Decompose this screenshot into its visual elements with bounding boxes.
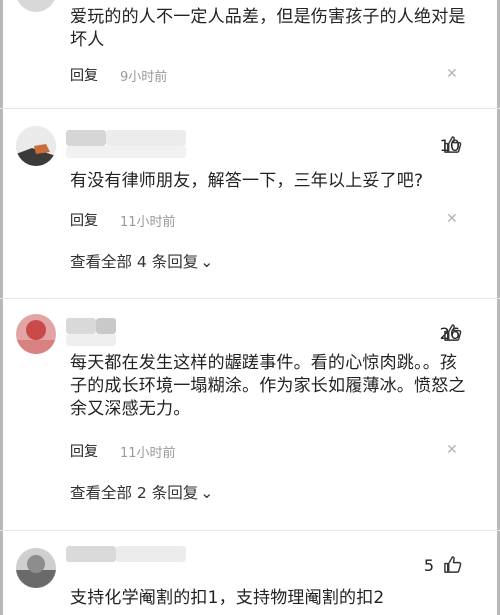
chevron-down-icon: ⌄ [200, 253, 214, 271]
reply-button[interactable]: 回复 [70, 441, 98, 461]
view-all-replies-link[interactable]: 查看全部 2 条回复 ⌄ [70, 481, 213, 503]
divider [0, 530, 500, 531]
username-redacted [66, 334, 116, 346]
username-redacted [66, 130, 106, 146]
comment-text-line: 子的成长环境一塌糊涂。作为家长如履薄冰。愤怒之 [70, 376, 466, 396]
divider [0, 298, 500, 299]
thumb-up-icon[interactable] [440, 555, 462, 575]
comment-text-line: 支持化学阉割的扣1，支持物理阉割的扣2 [70, 588, 385, 608]
comment-text: 每天都在发生这样的龌蹉事件。看的心惊肉跳。。孩 子的成长环境一塌糊涂。作为家长如… [70, 352, 466, 421]
reply-button[interactable]: 回复 [70, 210, 98, 230]
avatar[interactable] [16, 548, 56, 588]
view-all-replies-label: 查看全部 4 条回复 [70, 253, 199, 271]
divider [0, 108, 500, 109]
avatar-image [16, 314, 56, 354]
avatar-image [16, 548, 56, 588]
thumb-up-icon[interactable] [440, 135, 462, 155]
comment-text-line: 爱玩的的人不一定人品差，但是伤害孩子的人绝对是 [70, 7, 466, 27]
avatar[interactable] [16, 126, 56, 166]
comment-text-line: 每天都在发生这样的龌蹉事件。看的心惊肉跳。。孩 [70, 353, 458, 373]
comment-text-line: 有没有律师朋友，解答一下，三年以上妥了吧? [70, 171, 424, 191]
username-redacted [106, 130, 186, 146]
view-all-replies-label: 查看全部 2 条回复 [70, 484, 199, 502]
username-redacted [66, 146, 186, 158]
username-redacted [96, 318, 116, 334]
close-icon[interactable]: ✕ [446, 66, 458, 82]
close-icon[interactable]: ✕ [446, 442, 458, 458]
comment-item: 26 每天都在发生这样的龌蹉事件。看的心惊肉跳。。孩 子的成长环境一塌糊涂。作为… [0, 300, 500, 520]
comment-item: 爱玩的的人不一定人品差，但是伤害孩子的人绝对是 坏人 回复 9小时前 ✕ [0, 0, 500, 100]
chevron-down-icon: ⌄ [200, 484, 214, 502]
comment-time: 11小时前 [120, 215, 176, 230]
comment-text-line: 余又深感无力。 [70, 399, 191, 419]
comment-text: 支持化学阉割的扣1，支持物理阉割的扣2 [70, 587, 384, 610]
comment-time: 9小时前 [120, 70, 168, 85]
comment-text: 爱玩的的人不一定人品差，但是伤害孩子的人绝对是 坏人 [70, 6, 466, 52]
close-icon[interactable]: ✕ [446, 211, 458, 227]
username-redacted [116, 546, 186, 562]
like-count: 5 [424, 556, 434, 575]
thumb-up-icon[interactable] [440, 323, 462, 343]
username-redacted [66, 318, 96, 334]
avatar[interactable] [16, 0, 56, 12]
avatar-image [16, 126, 56, 166]
like-count-value: 5 [423, 556, 434, 575]
comment-time: 11小时前 [120, 446, 176, 461]
reply-button[interactable]: 回复 [70, 65, 98, 85]
view-all-replies-link[interactable]: 查看全部 4 条回复 ⌄ [70, 250, 213, 272]
username-redacted [66, 546, 116, 562]
avatar[interactable] [16, 314, 56, 354]
comment-text: 有没有律师朋友，解答一下，三年以上妥了吧? [70, 170, 423, 193]
comment-text-line: 坏人 [70, 30, 105, 50]
comment-item: 10 有没有律师朋友，解答一下，三年以上妥了吧? 回复 11小时前 ✕ 查看全部… [0, 110, 500, 295]
comment-item: 5 支持化学阉割的扣1，支持物理阉割的扣2 [0, 532, 500, 615]
